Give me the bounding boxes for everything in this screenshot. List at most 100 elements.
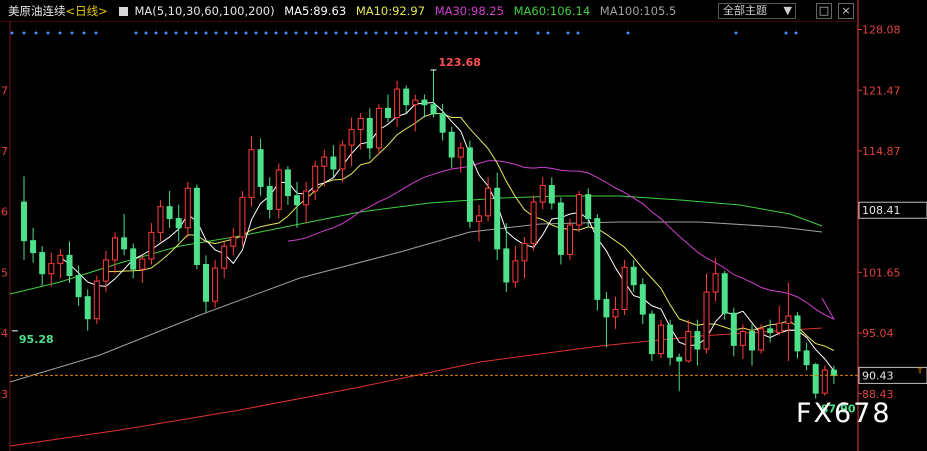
- candle-body: [530, 201, 537, 244]
- event-marker-dot: [794, 31, 798, 35]
- ma100-line: [9, 221, 823, 383]
- price-tick-label: 121.47: [862, 84, 901, 97]
- symbol-label: 美原油连续: [8, 4, 66, 18]
- candle-body: [512, 260, 519, 283]
- candle-body: [648, 313, 655, 355]
- minimize-button[interactable]: □: [816, 3, 832, 19]
- event-marker-dot: [34, 31, 38, 35]
- theme-dropdown[interactable]: 全部主题 ▼: [718, 3, 796, 19]
- candle-body: [548, 185, 555, 204]
- candle-body: [603, 298, 610, 318]
- candlestick-chart[interactable]: 128.08121.47114.87108.26101.6595.0488.43…: [0, 0, 927, 451]
- event-marker-dot: [536, 31, 540, 35]
- event-marker-dot: [514, 31, 518, 35]
- event-marker-dot: [214, 31, 218, 35]
- candle-body: [284, 169, 291, 197]
- candle-body: [175, 218, 182, 229]
- candle-body: [257, 149, 264, 187]
- event-marker-dot: [164, 31, 168, 35]
- candle-body: [112, 237, 118, 261]
- event-marker-dot: [284, 31, 288, 35]
- price-tick-label: 101.65: [862, 266, 901, 279]
- event-marker-dot: [244, 31, 248, 35]
- event-marker-dot: [254, 31, 258, 35]
- candle-body: [385, 107, 391, 119]
- candle-body: [639, 284, 646, 315]
- up-arrows-icon: ⇑: [916, 366, 924, 376]
- event-marker-dot: [344, 31, 348, 35]
- current-price-label: 90.43: [862, 369, 894, 382]
- candle-body: [212, 267, 219, 302]
- event-marker-dot: [134, 31, 138, 35]
- candle-body: [721, 273, 728, 314]
- candle-body: [794, 315, 801, 352]
- event-marker-dot: [174, 31, 178, 35]
- candle-body: [403, 88, 410, 106]
- event-marker-dot: [384, 31, 388, 35]
- event-marker-dot: [414, 31, 418, 35]
- event-marker-dot: [46, 31, 50, 35]
- event-marker-dot: [334, 31, 338, 35]
- left-tick-label: 5: [1, 266, 8, 279]
- candle-body: [39, 252, 46, 275]
- candle-body: [658, 324, 664, 355]
- event-marker-dot: [354, 31, 358, 35]
- candle-body: [139, 258, 146, 270]
- event-marker-dot: [184, 31, 188, 35]
- left-tick-label: 3: [1, 388, 8, 401]
- period-label[interactable]: <日线>: [66, 4, 108, 18]
- candle-body: [576, 194, 583, 226]
- candle-body: [275, 169, 282, 210]
- candle-body: [676, 356, 683, 362]
- candle-body: [457, 147, 464, 158]
- candle-body: [694, 331, 701, 350]
- ma30-value: MA30:98.25: [434, 4, 504, 18]
- ma100-value: MA100:105.5: [599, 4, 677, 18]
- event-marker-dot: [194, 31, 198, 35]
- theme-label: 全部主题: [723, 4, 767, 17]
- event-marker-dot: [454, 31, 458, 35]
- candle-body: [621, 266, 628, 311]
- event-marker-dot: [484, 31, 488, 35]
- candle-body: [585, 194, 592, 220]
- candle-body: [66, 254, 73, 277]
- candle-body: [739, 331, 746, 346]
- dropdown-triangle-icon: ▼: [783, 4, 792, 17]
- candle-body: [466, 147, 473, 222]
- indicator-checkbox-icon[interactable]: [119, 7, 129, 16]
- candle-body: [21, 201, 27, 242]
- candle-body: [57, 254, 64, 265]
- candle-body: [330, 156, 337, 170]
- ma60-value: MA60:106.14: [513, 4, 591, 18]
- candle-body: [166, 206, 173, 220]
- candle-body: [567, 224, 573, 255]
- candle-body: [830, 369, 837, 376]
- event-marker-dot: [58, 31, 62, 35]
- candle-body: [712, 273, 719, 293]
- candle-body: [667, 324, 674, 358]
- event-marker-dot: [234, 31, 238, 35]
- left-tick-label: 6: [1, 206, 8, 219]
- event-marker-dot: [154, 31, 158, 35]
- candle-body: [193, 187, 200, 266]
- close-button[interactable]: ×: [838, 3, 854, 19]
- candle-body: [184, 187, 191, 229]
- candle-body: [448, 131, 455, 158]
- candle-body: [685, 331, 692, 362]
- event-marker-dot: [734, 31, 738, 35]
- candle-body: [749, 331, 755, 351]
- candle-body: [439, 113, 446, 133]
- candle-body: [121, 237, 128, 250]
- event-marker-dot: [204, 31, 208, 35]
- candle-body: [557, 202, 564, 255]
- candle-body: [248, 149, 255, 198]
- candle-body: [812, 364, 819, 394]
- event-marker-dot: [474, 31, 478, 35]
- event-marker-dot: [324, 31, 328, 35]
- candle-body: [485, 187, 492, 217]
- candle-body: [339, 144, 346, 170]
- event-marker-dot: [394, 31, 398, 35]
- candle-body: [630, 266, 637, 286]
- event-marker-dot: [274, 31, 278, 35]
- event-marker-dot: [264, 31, 268, 35]
